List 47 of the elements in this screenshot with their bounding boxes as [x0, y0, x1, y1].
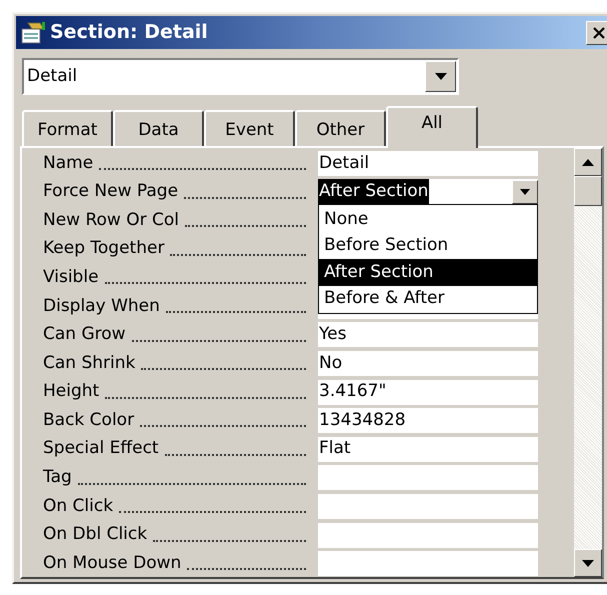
property-label: Can Grow	[43, 323, 126, 346]
tab[interactable]: Event	[204, 110, 295, 146]
property-label: On Mouse Down	[43, 552, 182, 575]
property-label: Visible	[43, 266, 99, 289]
tab[interactable]: All	[386, 106, 478, 148]
scroll-up-button[interactable]	[574, 148, 602, 176]
scroll-down-button[interactable]	[574, 549, 602, 577]
property-value-field[interactable]	[318, 522, 538, 548]
property-value-field[interactable]: Yes	[318, 322, 538, 348]
property-label: Back Color	[43, 408, 134, 432]
scroll-thumb[interactable]	[574, 176, 602, 206]
object-selector[interactable]: Detail	[22, 58, 459, 95]
property-value-field[interactable]	[318, 465, 538, 490]
tab[interactable]: Data	[113, 110, 204, 146]
property-label: Tag	[43, 466, 72, 490]
property-value-field[interactable]: 3.4167"	[318, 380, 538, 405]
property-value-field[interactable]: Flat	[318, 436, 538, 462]
property-label: Can Shrink	[43, 352, 136, 375]
close-button[interactable]	[586, 20, 607, 44]
property-label: Height	[43, 380, 100, 404]
property-label: Keep Together	[43, 237, 164, 260]
tab[interactable]: Format	[22, 110, 113, 146]
property-value-field[interactable]: 13434828	[318, 408, 538, 434]
scrollbar[interactable]	[574, 148, 602, 577]
tab[interactable]: Other	[295, 110, 386, 146]
property-value-field[interactable]	[318, 551, 538, 576]
dropdown-button[interactable]	[425, 61, 456, 92]
window-title: Section: Detail	[50, 20, 208, 46]
property-value-field[interactable]: No	[318, 350, 538, 376]
caret-icon	[520, 188, 530, 195]
selector-value: Detail	[26, 64, 78, 88]
property-label: Display When	[43, 294, 160, 318]
property-label: Force New Page	[43, 180, 178, 204]
properties-icon	[20, 20, 46, 44]
caret-icon	[434, 73, 446, 80]
up-arrow-icon	[582, 158, 594, 166]
property-value-field[interactable]	[318, 494, 538, 519]
property-label: On Dbl Click	[43, 523, 148, 546]
dropdown-button[interactable]	[512, 180, 538, 204]
property-label: Name	[43, 152, 94, 175]
dropdown-option[interactable]: After Section	[319, 259, 537, 286]
property-label: On Click	[43, 494, 114, 518]
down-arrow-icon	[582, 560, 594, 566]
close-icon	[592, 26, 606, 40]
property-label: New Row Or Col	[43, 208, 180, 232]
property-label: Special Effect	[43, 437, 159, 460]
property-value-field[interactable]: Detail	[318, 150, 538, 176]
